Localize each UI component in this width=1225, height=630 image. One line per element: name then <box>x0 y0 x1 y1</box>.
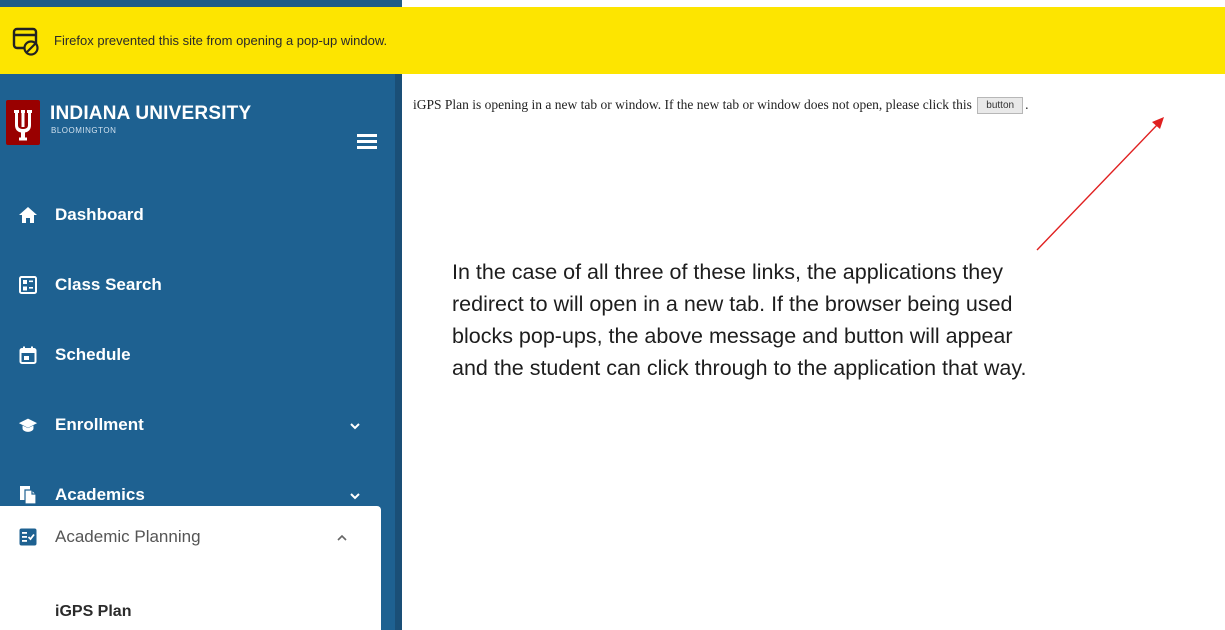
academic-planning-panel: Academic Planning iGPS Plan <box>0 506 381 630</box>
calendar-icon <box>18 345 38 365</box>
nav-label-dashboard: Dashboard <box>55 205 144 224</box>
callout-line: In the case of all three of these links,… <box>452 260 1003 284</box>
chevron-up-icon[interactable] <box>336 531 348 543</box>
documents-icon <box>18 485 38 505</box>
top-strip-dark <box>0 0 402 7</box>
checklist-icon <box>18 527 38 547</box>
callout-line: and the student can click through to the… <box>452 356 1027 380</box>
top-strip <box>0 0 1225 7</box>
chevron-down-icon[interactable] <box>349 419 361 431</box>
brand-header: INDIANA UNIVERSITY BLOOMINGTON <box>0 94 395 154</box>
class-search-icon <box>18 275 38 295</box>
nav-label-academics: Academics <box>55 485 145 504</box>
sub-item-igps-plan[interactable]: iGPS Plan <box>55 603 131 621</box>
nav-label-schedule: Schedule <box>55 345 131 364</box>
annotation-callout: In the case of all three of these links,… <box>452 256 1212 384</box>
trident-logo[interactable] <box>6 100 40 145</box>
nav-item-class-search[interactable]: Class Search <box>0 260 395 310</box>
fallback-message-period: . <box>1025 97 1029 112</box>
nav-item-enrollment[interactable]: Enrollment <box>0 400 395 450</box>
graduation-cap-icon <box>18 415 38 435</box>
sidebar-edge <box>395 74 402 630</box>
nav-label-academic-planning: Academic Planning <box>55 527 201 546</box>
fallback-message-text: iGPS Plan is opening in a new tab or win… <box>413 97 972 112</box>
nav-label-enrollment: Enrollment <box>55 415 144 434</box>
home-icon <box>18 205 38 225</box>
hamburger-icon[interactable] <box>357 134 377 149</box>
nav-item-academic-planning[interactable]: Academic Planning <box>0 512 381 562</box>
university-name: INDIANA UNIVERSITY <box>50 103 252 124</box>
campus-name: BLOOMINGTON <box>51 126 117 135</box>
open-igps-button[interactable]: button <box>977 97 1024 115</box>
popup-fallback-message: iGPS Plan is opening in a new tab or win… <box>413 97 1223 115</box>
callout-line: blocks pop-ups, the above message and bu… <box>452 324 1013 348</box>
nav-label-class-search: Class Search <box>55 275 162 294</box>
sidebar: INDIANA UNIVERSITY BLOOMINGTON Dashboard… <box>0 74 395 630</box>
popup-blocked-bar: Firefox prevented this site from opening… <box>0 7 1225 74</box>
chevron-down-icon[interactable] <box>349 489 361 501</box>
nav-item-schedule[interactable]: Schedule <box>0 330 395 380</box>
blocked-popup-icon[interactable] <box>12 26 40 56</box>
nav-item-dashboard[interactable]: Dashboard <box>0 190 395 240</box>
popup-blocked-message: Firefox prevented this site from opening… <box>54 33 388 48</box>
callout-line: redirect to will open in a new tab. If t… <box>452 292 1013 316</box>
